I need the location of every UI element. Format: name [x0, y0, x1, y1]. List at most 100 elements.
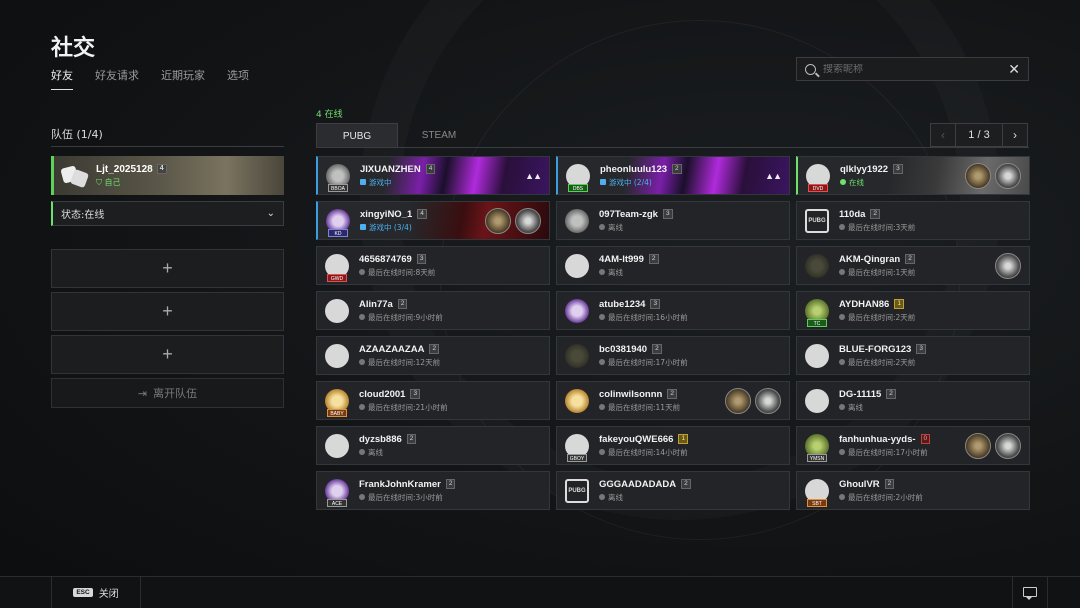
clan-tag: BBOA	[328, 183, 348, 192]
friend-card[interactable]: dyzsb886 2 离线	[316, 426, 550, 465]
medal-icon	[725, 388, 751, 414]
leave-team-button[interactable]: ⇥ 离开队伍	[51, 378, 284, 408]
friend-name: 4656874769	[359, 253, 412, 265]
status-icon	[359, 494, 365, 500]
friend-status: 游戏中 (3/4)	[369, 222, 412, 232]
friend-status: 最后在线时间:2天前	[848, 312, 916, 322]
friend-status: 最后在线时间:8天前	[368, 267, 436, 277]
friend-name: pheonluulu123	[600, 163, 668, 175]
friend-avatar: BABY	[324, 386, 350, 417]
friend-name: AKM-Qingran	[839, 253, 901, 265]
level-badge: 2	[886, 389, 896, 399]
level-badge: 2	[648, 254, 659, 264]
next-page-button[interactable]: ›	[1002, 123, 1028, 147]
friend-card[interactable]: YMSN fanhunhua-yyds- 0 最后在线时间:17小时前	[796, 426, 1030, 465]
tab-friend-requests[interactable]: 好友请求	[95, 67, 139, 90]
medal-icon	[965, 433, 991, 459]
friend-avatar: DVD	[805, 161, 831, 192]
friend-avatar	[564, 341, 590, 371]
empty-team-slot[interactable]: +	[51, 335, 284, 374]
friend-card[interactable]: GBOY fakeyouQWE666 1 最后在线时间:14小时前	[556, 426, 790, 465]
friend-card[interactable]: GWD 4656874769 3 最后在线时间:8天前	[316, 246, 550, 285]
friend-avatar	[804, 251, 830, 281]
friend-status: 离线	[608, 492, 623, 502]
friend-card[interactable]: TC AYDHAN86 1 最后在线时间:2天前	[796, 291, 1030, 330]
tab-options[interactable]: 选项	[227, 67, 249, 90]
friend-card[interactable]: PUBG 110da 2 最后在线时间:3天前	[796, 201, 1030, 240]
pubg-logo-icon: PUBG	[805, 208, 829, 233]
friend-card[interactable]: colinwilsonnn 2 最后在线时间:11天前	[556, 381, 790, 420]
friend-card[interactable]: DVD qlklyy1922 3 在线	[796, 156, 1030, 195]
friend-name: fakeyouQWE666	[599, 433, 674, 445]
status-icon	[839, 449, 845, 455]
close-button[interactable]: ESC 关闭	[51, 576, 141, 608]
friend-card[interactable]: BLUE-FORG123 3 最后在线时间:2天前	[796, 336, 1030, 375]
friend-card[interactable]: bc0381940 2 最后在线时间:17小时前	[556, 336, 790, 375]
level-badge: 3	[916, 344, 926, 354]
friend-avatar: TC	[804, 296, 830, 327]
friend-card[interactable]: 4AM-lt999 2 离线	[556, 246, 790, 285]
friend-card[interactable]: DG-11115 2 离线	[796, 381, 1030, 420]
friend-status: 游戏中	[369, 177, 392, 187]
avatar-emblem-icon	[325, 433, 349, 458]
friend-card[interactable]: BABY cloud2001 3 最后在线时间:21小时前	[316, 381, 550, 420]
medal-icon	[755, 388, 781, 414]
level-badge: 4	[425, 164, 436, 174]
tab-pubg[interactable]: PUBG	[316, 123, 398, 148]
friend-card[interactable]: KD xingyiNO_1 4 游戏中 (3/4)	[316, 201, 550, 240]
status-dropdown[interactable]: 状态:在线 ⌄	[51, 201, 284, 226]
friend-name: FrankJohnKramer	[359, 478, 441, 490]
status-dropdown-value: 状态:在线	[61, 210, 105, 221]
chat-button[interactable]	[1012, 576, 1048, 608]
friend-card[interactable]: BBOA JIXUANZHEN 4 游戏中 ▲▲	[316, 156, 550, 195]
status-icon	[840, 179, 846, 185]
level-badge: 2	[397, 299, 408, 309]
clan-tag: YMSN	[807, 453, 827, 462]
friend-card[interactable]: AZAAZAAZAA 2 最后在线时间:12天前	[316, 336, 550, 375]
friend-card[interactable]: PUBG GGGAADADADA 2 离线	[556, 471, 790, 510]
prev-page-button[interactable]: ‹	[930, 123, 956, 147]
tab-recent-players[interactable]: 近期玩家	[161, 67, 205, 90]
friend-card[interactable]: ACE FrankJohnKramer 2 最后在线时间:3小时前	[316, 471, 550, 510]
level-badge: 3	[662, 209, 673, 219]
friend-avatar	[324, 341, 350, 371]
friend-status: 最后在线时间:9小时前	[368, 312, 443, 322]
friend-card[interactable]: AKM-Qingran 2 最后在线时间:1天前	[796, 246, 1030, 285]
friend-status: 最后在线时间:21小时前	[368, 402, 448, 412]
friend-card[interactable]: SBT GhoulVR 2 最后在线时间:2小时前	[796, 471, 1030, 510]
friend-name: qlklyy1922	[840, 163, 889, 175]
friend-name: AYDHAN86	[839, 298, 890, 310]
friend-status: 最后在线时间:17小时前	[848, 447, 928, 457]
tab-steam[interactable]: STEAM	[398, 123, 480, 148]
level-badge: 2	[672, 164, 682, 174]
empty-team-slot[interactable]: +	[51, 292, 284, 331]
avatar-emblem-icon	[565, 208, 589, 233]
status-icon	[359, 449, 365, 455]
friend-card[interactable]: atube1234 3 最后在线时间:16小时前	[556, 291, 790, 330]
team-member-self[interactable]: Ljt_2025128 4 ⛉ 自己	[51, 156, 284, 195]
friend-avatar	[564, 206, 590, 236]
level-badge: 2	[667, 389, 677, 399]
member-status: 自己	[104, 177, 121, 187]
friend-status: 离线	[848, 402, 863, 412]
friend-name: GGGAADADADA	[599, 478, 677, 490]
status-icon	[599, 269, 605, 275]
clan-tag: ACE	[327, 498, 347, 507]
level-badge: 2	[884, 479, 895, 489]
empty-team-slot[interactable]: +	[51, 249, 284, 288]
friend-card[interactable]: DBS pheonluulu123 2 游戏中 (2/4) ▲▲	[556, 156, 790, 195]
clan-tag: SBT	[807, 498, 827, 507]
squad-icon: ▲▲	[765, 171, 782, 181]
clear-icon[interactable]: ✕	[1008, 61, 1020, 78]
tab-friends[interactable]: 好友	[51, 67, 73, 90]
level-badge: 2	[905, 254, 915, 264]
search-input[interactable]	[823, 63, 1009, 75]
friend-name: cloud2001	[359, 388, 406, 400]
friend-name: Alin77a	[359, 298, 393, 310]
friend-name: fanhunhua-yyds-	[839, 433, 916, 445]
squad-icon: ▲▲	[525, 171, 542, 181]
friend-avatar	[804, 341, 830, 371]
friend-card[interactable]: 097Team-zgk 3 离线	[556, 201, 790, 240]
friend-card[interactable]: Alin77a 2 最后在线时间:9小时前	[316, 291, 550, 330]
friend-status: 最后在线时间:3小时前	[368, 492, 443, 502]
